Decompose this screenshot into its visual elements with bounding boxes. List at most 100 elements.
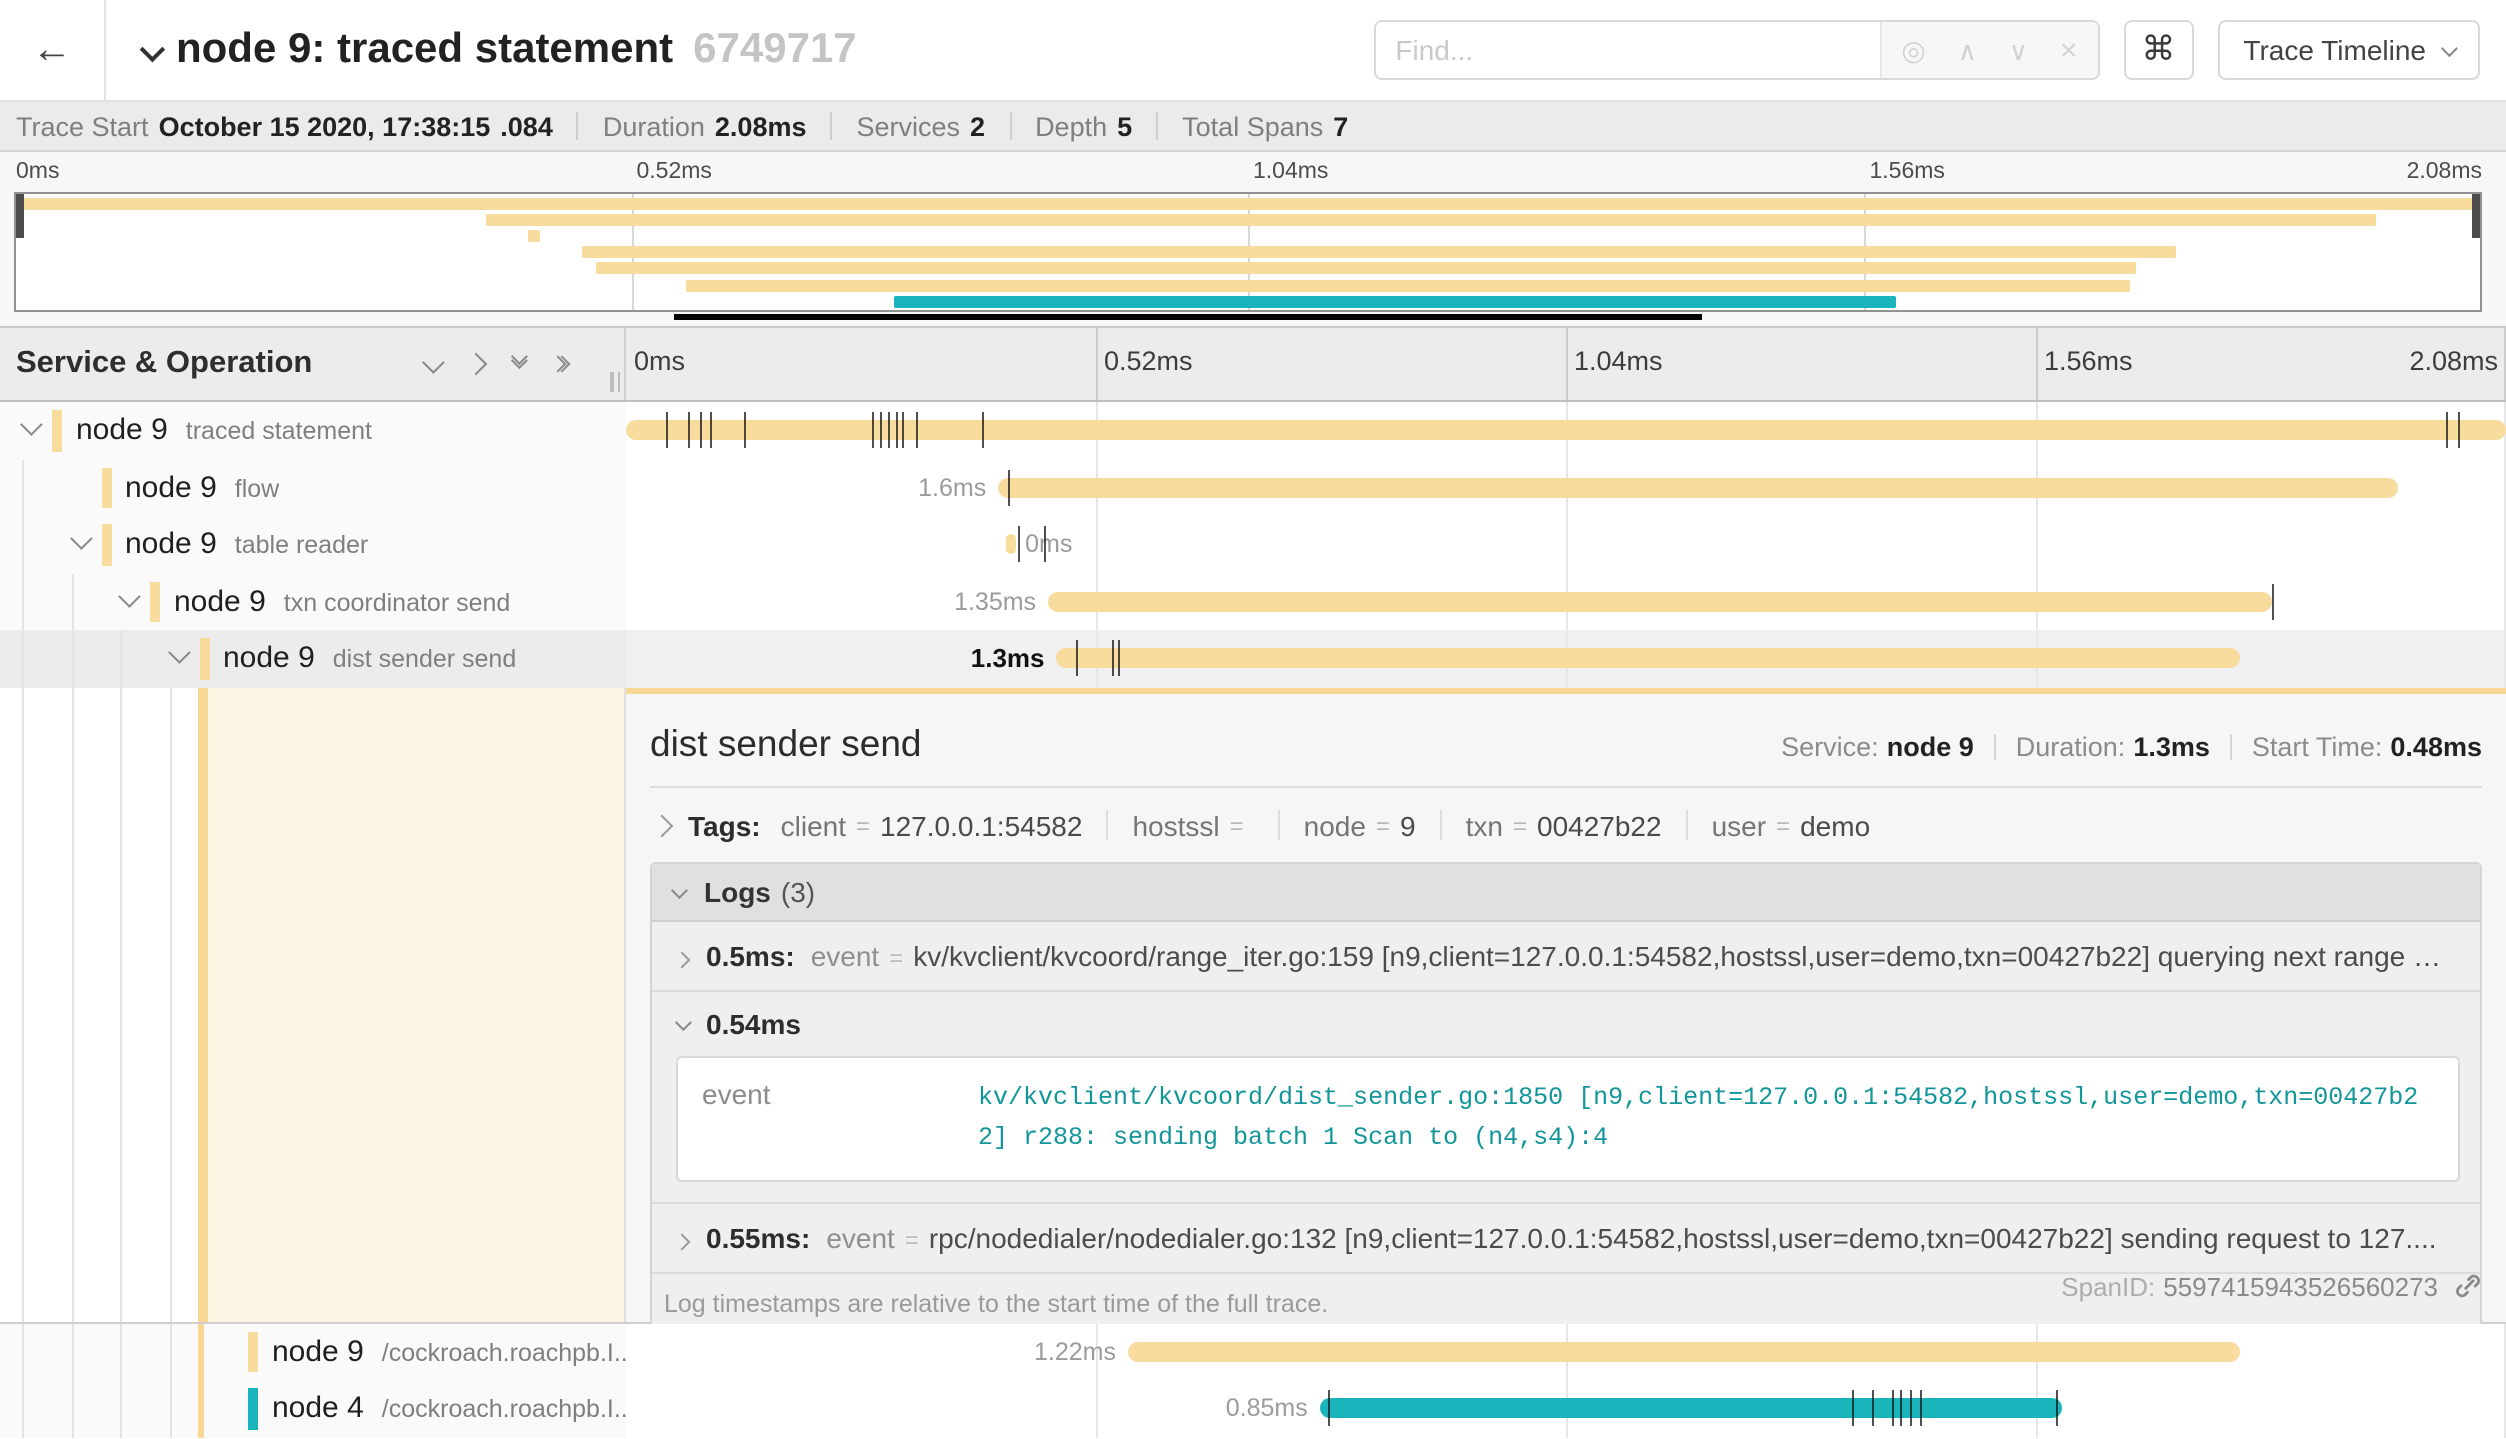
log-marker-tick [981, 413, 983, 449]
log-marker-tick [1327, 1391, 1329, 1427]
ruler-time-label: 0ms [634, 346, 685, 376]
minimap-span-bar[interactable] [595, 263, 2135, 275]
span-duration-label: 1.35ms [954, 588, 1036, 616]
span-timeline-cell[interactable]: 1.3ms [626, 630, 2506, 687]
span-timeline-cell[interactable] [626, 402, 2506, 459]
minimap-span-bar[interactable] [583, 247, 2177, 259]
log-entry-1[interactable]: 0.5ms: event = kv/kvclient/kvcoord/range… [652, 921, 2480, 991]
collapse-chevron-icon[interactable] [20, 414, 43, 437]
span-timeline-cell[interactable]: 1.6ms [626, 459, 2506, 516]
span-name-cell[interactable]: node 9txn coordinator send [0, 573, 626, 630]
minimap-span-bar[interactable] [686, 279, 2130, 291]
timeline-gridline [1096, 516, 1098, 573]
span-timeline-cell[interactable]: 0ms [626, 516, 2506, 573]
timeline-minimap[interactable]: 0ms0.52ms1.04ms1.56ms2.08ms [0, 152, 2506, 328]
minimap-time-label: 2.08ms [2407, 160, 2482, 184]
minimap-canvas[interactable] [14, 192, 2482, 312]
span-row-table-reader[interactable]: node 9table reader0ms [0, 516, 2506, 573]
minimap-time-label: 1.04ms [1253, 160, 1328, 184]
span-name-cell[interactable]: node 9table reader [0, 516, 626, 573]
find-prev-icon[interactable]: ∧ [1958, 37, 1977, 63]
ruler-gridline [1566, 328, 1568, 400]
log-marker-tick [897, 413, 899, 449]
minimap-span-bar[interactable] [487, 214, 2377, 226]
span-timeline-cell[interactable]: 1.35ms [626, 573, 2506, 630]
operation-name: dist sender send [333, 646, 516, 674]
span-row-cockroach-roachpb-i[interactable]: node 9/cockroach.roachpb.I...1.22ms [0, 1323, 2506, 1380]
log-entry-3[interactable]: 0.55ms: event = rpc/nodedialer/nodediale… [652, 1204, 2480, 1274]
locate-icon[interactable]: ◎ [1901, 36, 1925, 64]
logs-accordion-header[interactable]: Logs (3) [652, 863, 2480, 921]
indent-guide [22, 1380, 24, 1437]
span-name-cell[interactable]: node 9flow [0, 459, 626, 516]
span-timeline-cell[interactable]: 0.85ms [626, 1380, 2506, 1437]
tags-accordion[interactable]: Tags: client=127.0.0.1:54582 hostssl= no… [650, 805, 2482, 861]
back-button[interactable]: ← [0, 0, 106, 100]
collapse-one-icon[interactable] [422, 351, 445, 374]
log2-key: event [698, 1077, 978, 1160]
minimap-span-bar[interactable] [893, 295, 1896, 307]
log2-accordion-header[interactable]: 0.54ms [676, 1007, 2460, 1039]
copy-link-icon[interactable] [2454, 1272, 2482, 1300]
ruler-gridline [2036, 328, 2038, 400]
span-row-txn-coordinator-send[interactable]: node 9txn coordinator send 1.35ms [0, 573, 2506, 630]
span-timeline-cell[interactable]: 1.22ms [626, 1323, 2506, 1380]
span-detail-panel: dist sender send Service:node 9 Duration… [626, 687, 2506, 1321]
span-row-traced-statement[interactable]: node 9traced statement [0, 402, 2506, 459]
span-name-cell[interactable]: node 4/cockroach.roachpb.I... [0, 1380, 626, 1437]
span-duration-bar[interactable] [1128, 1342, 2239, 1362]
minimap-span-bar[interactable] [16, 198, 2480, 210]
log-marker-tick [1043, 527, 1045, 563]
span-duration-bar[interactable] [1048, 592, 2273, 612]
command-icon: ⌘ [2141, 30, 2175, 70]
operation-name: /cockroach.roachpb.I... [382, 1339, 626, 1367]
trace-id: 6749717 [693, 26, 857, 74]
service-name: node 9txn coordinator send [174, 585, 510, 619]
find-clear-icon[interactable]: × [2060, 35, 2078, 65]
back-arrow-icon: ← [32, 27, 72, 73]
log1-key: event [811, 939, 880, 971]
log-marker-tick [1119, 641, 1121, 677]
column-resize-grip[interactable] [610, 372, 620, 392]
timeline-gridline [2036, 516, 2038, 573]
service-name: node 4/cockroach.roachpb.I... [272, 1392, 626, 1426]
find-input[interactable] [1375, 22, 1879, 78]
span-duration-bar[interactable] [998, 478, 2399, 498]
log3-key: event [826, 1222, 895, 1254]
indent-guide [71, 1380, 73, 1437]
logs-count: (3) [781, 875, 815, 907]
span-duration-bar[interactable] [1320, 1399, 2063, 1419]
minimap-span-bar[interactable] [529, 230, 541, 242]
collapse-chevron-icon[interactable] [69, 528, 92, 551]
log-marker-tick [2446, 413, 2448, 449]
view-selector-button[interactable]: Trace Timeline [2217, 20, 2480, 80]
span-name-cell[interactable]: node 9/cockroach.roachpb.I... [0, 1323, 626, 1380]
service-color-chip [248, 1331, 258, 1372]
trace-title-group[interactable]: node 9: traced statement 6749717 [142, 26, 857, 74]
minimap-left-scrubber[interactable] [16, 194, 24, 238]
span-row-cockroach-roachpb-i[interactable]: node 4/cockroach.roachpb.I...0.85ms [0, 1380, 2506, 1437]
span-row-flow[interactable]: node 9flow 1.6ms [0, 459, 2506, 516]
collapse-chevron-icon[interactable] [118, 585, 141, 608]
collapse-all-icon[interactable] [512, 360, 524, 368]
minimap-time-label: 0.52ms [637, 160, 712, 184]
keyboard-shortcuts-button[interactable]: ⌘ [2123, 20, 2193, 80]
selected-parent-guide [198, 1380, 204, 1437]
expand-one-icon[interactable] [465, 353, 488, 376]
service-name: node 9flow [125, 471, 279, 505]
trace-services: Services2 [857, 111, 986, 141]
span-id-label: SpanID: [2061, 1271, 2155, 1301]
span-duration-bar[interactable] [626, 421, 2506, 441]
collapse-title-chevron-icon[interactable] [142, 41, 160, 59]
span-duration-bar[interactable] [1006, 535, 1015, 555]
span-duration-bar[interactable] [1057, 649, 2240, 669]
expand-all-icon[interactable] [552, 358, 568, 370]
minimap-right-scrubber[interactable] [2472, 194, 2480, 238]
span-row-dist-sender-send[interactable]: node 9dist sender send1.3ms [0, 630, 2506, 687]
span-name-cell[interactable]: node 9traced statement [0, 402, 626, 459]
span-name-cell[interactable]: node 9dist sender send [0, 630, 626, 687]
timeline-horizontal-scrollbar[interactable] [674, 314, 1701, 320]
collapse-chevron-icon[interactable] [167, 642, 190, 665]
find-next-icon[interactable]: ∨ [2009, 37, 2028, 63]
indent-guide [22, 573, 24, 630]
